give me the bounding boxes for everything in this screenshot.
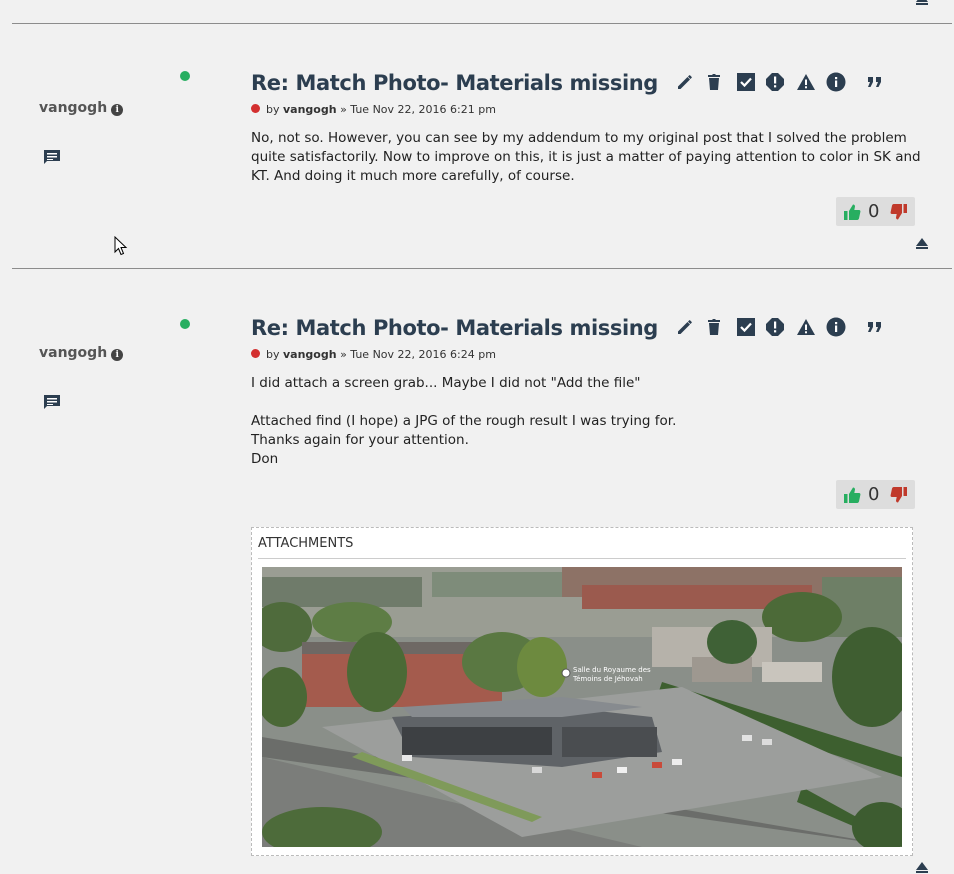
edit-icon[interactable]	[674, 316, 696, 338]
attachments-rule	[258, 558, 906, 559]
online-indicator	[180, 319, 190, 329]
post-date: » Tue Nov 22, 2016 6:24 pm	[340, 348, 496, 361]
report-icon[interactable]	[795, 71, 817, 93]
post-title[interactable]: Re: Match Photo- Materials missing	[251, 316, 658, 340]
attachments-box: ATTACHMENTS Salle du Royaume des Témoins…	[251, 527, 913, 856]
meta-author-link[interactable]: vangogh	[283, 348, 337, 361]
vote-widget: 0	[836, 197, 915, 226]
attachments-header: ATTACHMENTS	[258, 536, 354, 551]
delete-icon[interactable]	[703, 71, 725, 93]
thumbs-up-icon[interactable]	[843, 486, 861, 504]
warn-icon[interactable]	[764, 71, 786, 93]
back-to-top-icon[interactable]	[916, 238, 928, 250]
message-icon[interactable]	[43, 149, 61, 165]
vote-count: 0	[868, 201, 880, 222]
online-indicator	[180, 71, 190, 81]
info-icon[interactable]	[825, 71, 847, 93]
quote-icon[interactable]	[864, 71, 886, 93]
unread-indicator	[251, 104, 260, 113]
post-author[interactable]: vangogh i	[39, 100, 124, 116]
author-name[interactable]: vangogh	[39, 100, 107, 116]
quote-icon[interactable]	[864, 316, 886, 338]
attachment-image[interactable]: Salle du Royaume des Témoins de Jéhovah	[262, 567, 902, 847]
unread-indicator	[251, 349, 260, 358]
info-icon[interactable]	[825, 316, 847, 338]
back-to-top-icon[interactable]	[916, 0, 928, 6]
thumbs-down-icon[interactable]	[890, 203, 908, 221]
delete-icon[interactable]	[703, 316, 725, 338]
post-author[interactable]: vangogh i	[39, 345, 124, 361]
author-info-icon[interactable]: i	[111, 104, 124, 116]
post-paragraph: Don	[251, 451, 279, 467]
warn-icon[interactable]	[764, 316, 786, 338]
map-label: Témoins de Jéhovah	[572, 675, 643, 683]
post-date: » Tue Nov 22, 2016 6:21 pm	[340, 103, 496, 116]
approve-icon[interactable]	[735, 316, 757, 338]
post-meta: by vangogh » Tue Nov 22, 2016 6:24 pm	[251, 348, 496, 361]
post-paragraph: Attached find (I hope) a JPG of the roug…	[251, 413, 677, 429]
report-icon[interactable]	[795, 316, 817, 338]
approve-icon[interactable]	[735, 71, 757, 93]
message-icon[interactable]	[43, 394, 61, 410]
thumbs-up-icon[interactable]	[843, 203, 861, 221]
post-paragraph: I did attach a screen grab... Maybe I di…	[251, 375, 641, 391]
vote-count: 0	[868, 484, 880, 505]
meta-author-link[interactable]: vangogh	[283, 103, 337, 116]
post-meta: by vangogh » Tue Nov 22, 2016 6:21 pm	[251, 103, 496, 116]
thumbs-down-icon[interactable]	[890, 486, 908, 504]
author-info-icon[interactable]: i	[111, 349, 124, 361]
vote-widget: 0	[836, 480, 915, 509]
mouse-cursor-icon	[114, 236, 128, 256]
post-paragraph: No, not so. However, you can see by my a…	[251, 130, 921, 184]
post: vangogh i Re: Match Photo- Materials miss…	[12, 24, 952, 269]
post: vangogh i Re: Match Photo- Materials miss…	[12, 269, 952, 874]
map-label: Salle du Royaume des	[573, 666, 651, 674]
post-paragraph: Thanks again for your attention.	[251, 432, 469, 448]
post-content: I did attach a screen grab... Maybe I di…	[251, 374, 931, 469]
edit-icon[interactable]	[674, 71, 696, 93]
post-title[interactable]: Re: Match Photo- Materials missing	[251, 71, 658, 95]
back-to-top-icon[interactable]	[916, 862, 928, 874]
post-content: No, not so. However, you can see by my a…	[251, 129, 931, 186]
author-name[interactable]: vangogh	[39, 345, 107, 361]
